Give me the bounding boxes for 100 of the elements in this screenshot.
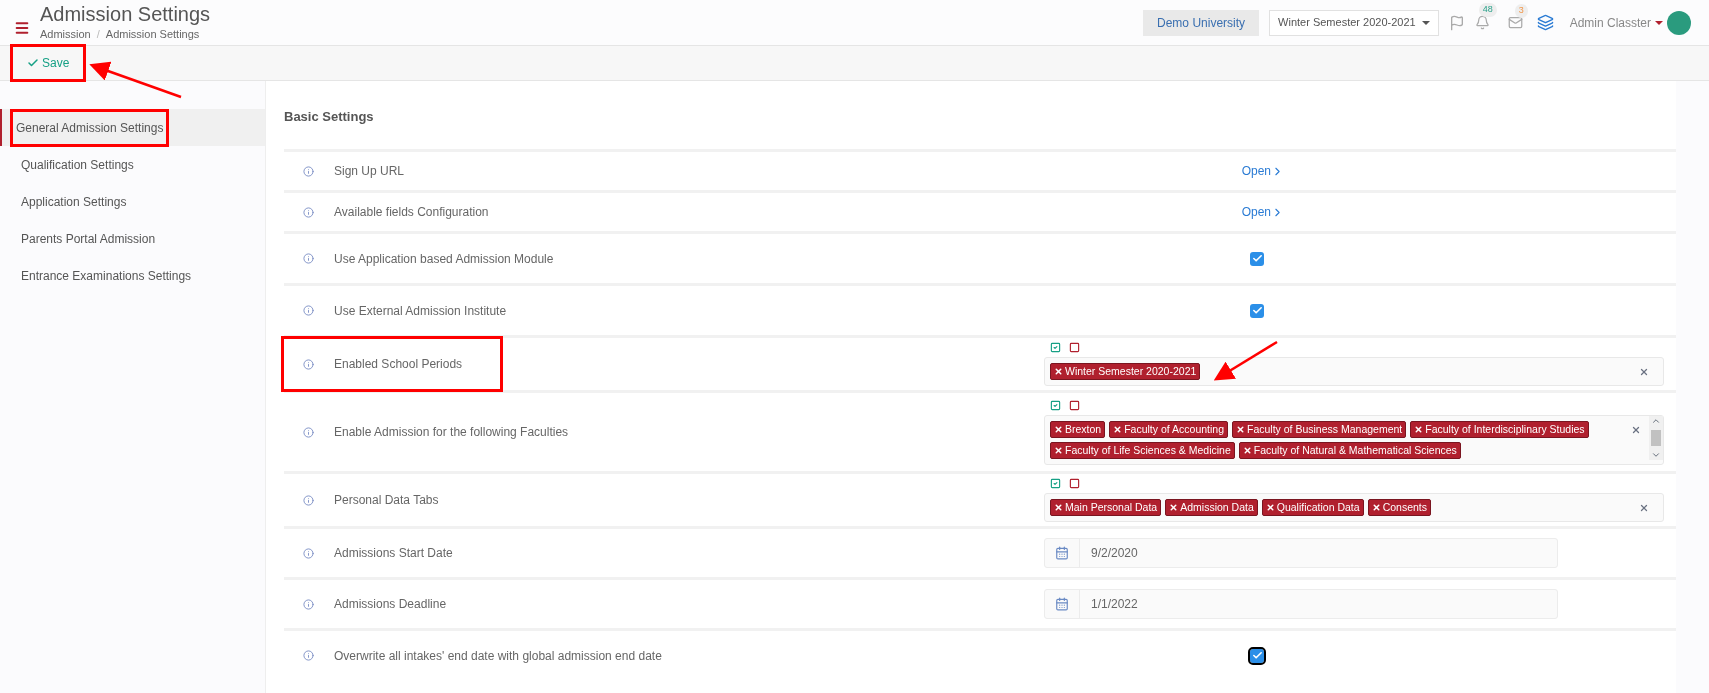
remove-icon[interactable]	[1054, 445, 1063, 455]
tag-chip[interactable]: Brexton	[1050, 420, 1106, 438]
info-icon[interactable]	[303, 650, 314, 661]
info-icon[interactable]	[303, 253, 314, 264]
tag-chip[interactable]: Faculty of Natural & Mathematical Sciences	[1238, 441, 1461, 459]
tag-label: Consents	[1382, 500, 1427, 515]
select-all-icon[interactable]	[1050, 478, 1061, 489]
remove-icon[interactable]	[1236, 424, 1245, 434]
tag-chip[interactable]: Consents	[1367, 499, 1431, 516]
tag-label: Faculty of Interdisciplinary Studies	[1425, 421, 1585, 437]
info-icon[interactable]	[303, 547, 314, 559]
breadcrumb-item[interactable]: Admission Settings	[105, 26, 200, 43]
tag-chip[interactable]: Qualification Data	[1261, 499, 1364, 516]
notification-count: 48	[1478, 3, 1497, 17]
remove-icon[interactable]	[1242, 445, 1252, 455]
remove-icon[interactable]	[1265, 503, 1275, 512]
setting-label: Available fields Configuration	[334, 204, 489, 221]
tag-select-field[interactable]: Winter Semester 2020-2021	[1044, 357, 1664, 386]
setting-label: Overwrite all intakes' end date with global admission end date	[334, 647, 662, 665]
info-icon[interactable]	[303, 494, 314, 506]
open-link[interactable]: Open	[1241, 203, 1284, 221]
date-field[interactable]: 9/2/2020	[1044, 538, 1558, 568]
tag-chip[interactable]: Faculty of Business Management	[1232, 420, 1407, 438]
period-dropdown[interactable]: Winter Semester 2020-2021	[1269, 9, 1439, 36]
remove-icon[interactable]	[1113, 424, 1123, 434]
remove-icon[interactable]	[1169, 503, 1179, 512]
tag-chip[interactable]: Admission Data	[1165, 499, 1258, 516]
avatar[interactable]	[1667, 10, 1691, 35]
info-icon[interactable]	[303, 598, 314, 610]
deselect-all-icon[interactable]	[1069, 399, 1080, 411]
tag-select-field[interactable]: Brexton Faculty of Accounting Faculty of Business Management Faculty of Interdisciplinary Studies Faculty of Life Sciences & Medicine Faculty of Natural & Mathematical Sciences	[1044, 414, 1664, 465]
sidebar-item[interactable]: Parents Portal Admission	[0, 220, 265, 257]
info-icon[interactable]	[303, 426, 314, 438]
tag-chip[interactable]: Main Personal Data	[1050, 499, 1162, 516]
menu-icon[interactable]	[14, 19, 30, 36]
clear-icon[interactable]	[1639, 503, 1649, 513]
clear-icon[interactable]	[1639, 367, 1649, 377]
info-icon[interactable]	[303, 206, 314, 218]
user-menu[interactable]: Admin Classter	[1569, 13, 1663, 32]
setting-label: Enabled School Periods	[334, 356, 463, 373]
sidebar-item[interactable]: Application Settings	[0, 183, 265, 220]
date-value: 1/1/2022	[1090, 596, 1138, 613]
clear-icon[interactable]	[1631, 424, 1641, 435]
select-all-icon[interactable]	[1050, 342, 1061, 353]
checkbox[interactable]	[1250, 648, 1264, 663]
info-icon[interactable]	[303, 358, 314, 370]
tag-chip[interactable]: Faculty of Life Sciences & Medicine	[1050, 441, 1235, 459]
remove-icon[interactable]	[1054, 503, 1063, 512]
setting-label: Enable Admission for the following Faculties	[334, 424, 569, 441]
breadcrumb-separator: /	[96, 27, 100, 43]
select-all-icon[interactable]	[1050, 399, 1061, 411]
tag-label: Faculty of Business Management	[1247, 421, 1403, 437]
tag-chip[interactable]: Faculty of Interdisciplinary Studies	[1410, 420, 1589, 438]
sidebar-item[interactable]: Entrance Examinations Settings	[0, 257, 265, 294]
tag-label: Qualification Data	[1276, 500, 1360, 515]
page-title: Admission Settings	[40, 2, 211, 27]
calendar-icon[interactable]	[1055, 546, 1069, 560]
setting-label: Personal Data Tabs	[334, 492, 439, 509]
tag-label: Winter Semester 2020-2021	[1065, 364, 1197, 379]
remove-icon[interactable]	[1054, 424, 1063, 434]
open-link[interactable]: Open	[1241, 162, 1284, 180]
tag-label: Faculty of Life Sciences & Medicine	[1065, 442, 1231, 458]
remove-icon[interactable]	[1414, 424, 1424, 434]
setting-label: Admissions Start Date	[334, 545, 453, 562]
tag-select-field[interactable]: Main Personal Data Admission Data Qualification Data Consents	[1044, 493, 1664, 522]
tag-chip[interactable]: Faculty of Accounting	[1109, 420, 1228, 438]
tag-label: Main Personal Data	[1065, 500, 1158, 515]
info-icon[interactable]	[303, 305, 314, 316]
checkbox[interactable]	[1250, 251, 1264, 266]
info-icon[interactable]	[303, 165, 314, 177]
sidebar-item[interactable]: General Admission Settings	[0, 109, 265, 146]
layers-icon[interactable]	[1536, 14, 1554, 31]
annotation-arrow	[1213, 340, 1278, 381]
setting-label: Use Application based Admission Module	[334, 250, 554, 268]
date-field[interactable]: 1/1/2022	[1044, 589, 1558, 619]
deselect-all-icon[interactable]	[1069, 478, 1080, 489]
checkbox[interactable]	[1250, 303, 1264, 318]
sidebar-item[interactable]: Qualification Settings	[0, 146, 265, 183]
remove-icon[interactable]	[1054, 367, 1063, 376]
setting-label: Admissions Deadline	[334, 596, 447, 613]
mail-icon[interactable]	[1507, 15, 1523, 30]
scrollbar[interactable]	[1649, 415, 1663, 460]
date-value: 9/2/2020	[1090, 545, 1138, 562]
tag-label: Brexton	[1065, 421, 1102, 437]
institution-button[interactable]: Demo University	[1143, 9, 1260, 36]
notifications-icon[interactable]	[1474, 15, 1490, 30]
message-count: 3	[1514, 4, 1528, 18]
deselect-all-icon[interactable]	[1069, 342, 1080, 353]
flag-icon[interactable]	[1448, 14, 1465, 31]
check-icon	[27, 57, 39, 69]
tag-label: Admission Data	[1180, 500, 1254, 515]
setting-label: Use External Admission Institute	[334, 302, 507, 320]
section-title: Basic Settings	[284, 108, 375, 126]
tag-chip[interactable]: Winter Semester 2020-2021	[1050, 363, 1201, 380]
breadcrumb-item[interactable]: Admission	[40, 26, 91, 43]
calendar-icon[interactable]	[1055, 597, 1069, 611]
setting-label: Sign Up URL	[334, 163, 405, 180]
tag-label: Faculty of Accounting	[1124, 421, 1224, 437]
tag-label: Faculty of Natural & Mathematical Sciences	[1253, 442, 1457, 458]
remove-icon[interactable]	[1371, 503, 1381, 512]
